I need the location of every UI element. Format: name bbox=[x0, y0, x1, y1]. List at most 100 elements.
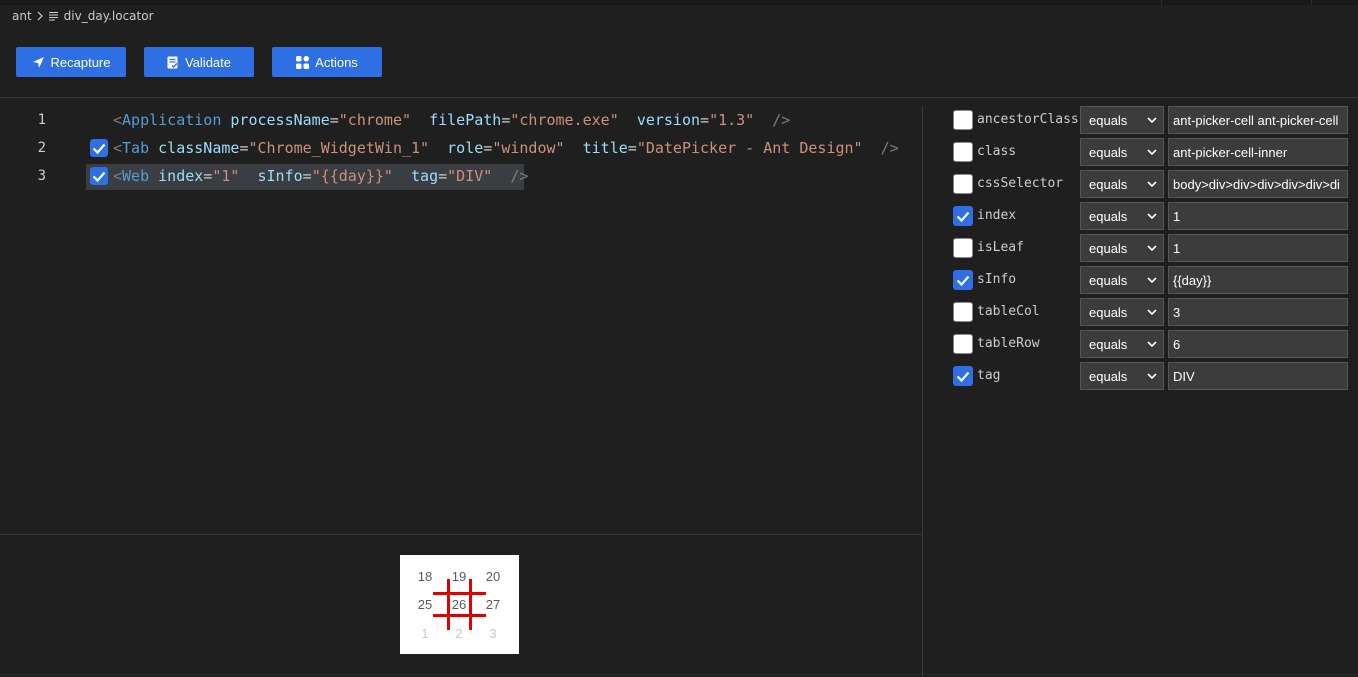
recapture-button[interactable]: Recapture bbox=[16, 47, 126, 77]
operator-select[interactable]: equals bbox=[1080, 330, 1164, 358]
breadcrumb: ant div_day.locator bbox=[12, 7, 154, 25]
operator-value: equals bbox=[1089, 176, 1128, 192]
check-icon bbox=[956, 211, 970, 222]
attr-name: className bbox=[158, 139, 240, 157]
code-text: <Web index="1" sInfo="{{day}}" tag="DIV"… bbox=[113, 167, 529, 185]
highlight-crosshair bbox=[469, 579, 472, 630]
locator-editor[interactable]: 1 <Application processName="chrome" file… bbox=[0, 106, 922, 206]
chevron-down-icon bbox=[1147, 339, 1157, 349]
file-lines-icon bbox=[48, 11, 59, 21]
editor-line[interactable]: 1 <Application processName="chrome" file… bbox=[0, 108, 922, 132]
chevron-down-icon bbox=[1147, 211, 1157, 221]
attr-value: "chrome.exe" bbox=[510, 111, 619, 129]
property-value-input[interactable]: 1 bbox=[1168, 202, 1348, 230]
chevron-right-icon bbox=[37, 11, 43, 21]
property-name: ancestorClass bbox=[977, 112, 1079, 127]
editor-line[interactable]: 3 <Web index="1" sInfo="{{day}}" tag="DI… bbox=[0, 164, 922, 188]
check-icon bbox=[956, 371, 970, 382]
attr-value: "DatePicker - Ant Design" bbox=[636, 139, 863, 157]
recapture-label: Recapture bbox=[50, 54, 111, 70]
panel-divider[interactable] bbox=[922, 106, 923, 677]
property-checkbox[interactable] bbox=[953, 174, 973, 194]
grid-apps-icon bbox=[296, 55, 310, 69]
property-checkbox[interactable] bbox=[953, 270, 973, 290]
editor-line[interactable]: 2 <Tab className="Chrome_WidgetWin_1" ro… bbox=[0, 136, 922, 160]
attr-name: filePath bbox=[429, 111, 502, 129]
property-value-input[interactable]: 6 bbox=[1168, 330, 1348, 358]
property-value-input[interactable]: body>div>div>div>div>div>di bbox=[1168, 170, 1348, 198]
highlight-crosshair bbox=[433, 592, 486, 595]
operator-value: equals bbox=[1089, 112, 1128, 128]
attr-name: index bbox=[158, 167, 204, 185]
attr-name: title bbox=[582, 139, 628, 157]
property-row: class equals ant-picker-cell-inner bbox=[952, 138, 1352, 166]
chevron-down-icon bbox=[1147, 371, 1157, 381]
property-checkbox[interactable] bbox=[953, 334, 973, 354]
element-preview: 18 19 20 25 26 27 1 2 3 bbox=[400, 555, 519, 654]
operator-select[interactable]: equals bbox=[1080, 234, 1164, 262]
property-row: ancestorClass equals ant-picker-cell ant-p… bbox=[952, 106, 1352, 134]
attr-value: "window" bbox=[492, 139, 565, 157]
line-checkbox[interactable] bbox=[90, 167, 108, 185]
breadcrumb-file[interactable]: div_day.locator bbox=[64, 9, 154, 23]
property-value-input[interactable]: {{day}} bbox=[1168, 266, 1348, 294]
property-checkbox[interactable] bbox=[953, 302, 973, 322]
chevron-down-icon bbox=[1147, 307, 1157, 317]
operator-select[interactable]: equals bbox=[1080, 106, 1164, 134]
operator-select[interactable]: equals bbox=[1080, 202, 1164, 230]
property-checkbox[interactable] bbox=[953, 238, 973, 258]
operator-value: equals bbox=[1089, 144, 1128, 160]
check-icon bbox=[92, 143, 106, 154]
property-checkbox[interactable] bbox=[953, 206, 973, 226]
property-checkbox[interactable] bbox=[953, 110, 973, 130]
actions-button[interactable]: Actions bbox=[272, 47, 382, 77]
preview-divider[interactable] bbox=[0, 534, 922, 535]
tab-strip bbox=[0, 0, 1358, 5]
validate-button[interactable]: Validate bbox=[144, 47, 254, 77]
calendar-day: 27 bbox=[485, 597, 501, 612]
property-value-input[interactable]: DIV bbox=[1168, 362, 1348, 390]
check-icon bbox=[92, 171, 106, 182]
attr-value: "{{day}}" bbox=[311, 167, 393, 185]
tag-name: Tab bbox=[122, 139, 150, 157]
calendar-day: 1 bbox=[421, 626, 429, 641]
operator-select[interactable]: equals bbox=[1080, 298, 1164, 326]
attr-value: "1.3" bbox=[709, 111, 755, 129]
operator-select[interactable]: equals bbox=[1080, 170, 1164, 198]
breadcrumb-root[interactable]: ant bbox=[12, 9, 32, 23]
property-checkbox[interactable] bbox=[953, 366, 973, 386]
highlight-crosshair bbox=[433, 614, 486, 617]
property-name: tableRow bbox=[977, 336, 1040, 351]
attr-name: version bbox=[636, 111, 701, 129]
property-value-input[interactable]: 3 bbox=[1168, 298, 1348, 326]
operator-select[interactable]: equals bbox=[1080, 362, 1164, 390]
property-name: tag bbox=[977, 368, 1001, 383]
property-name: isLeaf bbox=[977, 240, 1024, 255]
attr-name: sInfo bbox=[257, 167, 303, 185]
attr-value: "DIV" bbox=[447, 167, 493, 185]
operator-select[interactable]: equals bbox=[1080, 266, 1164, 294]
property-value-input[interactable]: ant-picker-cell-inner bbox=[1168, 138, 1348, 166]
property-value-input[interactable]: ant-picker-cell ant-picker-cell bbox=[1168, 106, 1348, 134]
line-number: 3 bbox=[37, 168, 46, 184]
property-row: tableCol equals 3 bbox=[952, 298, 1352, 326]
code-text: <Application processName="chrome" filePa… bbox=[113, 111, 791, 129]
line-checkbox[interactable] bbox=[90, 139, 108, 157]
chevron-down-icon bbox=[1147, 179, 1157, 189]
attr-name: tag bbox=[411, 167, 439, 185]
attr-name: role bbox=[447, 139, 484, 157]
chevron-down-icon bbox=[1147, 243, 1157, 253]
property-checkbox[interactable] bbox=[953, 142, 973, 162]
operator-select[interactable]: equals bbox=[1080, 138, 1164, 166]
calendar-day: 3 bbox=[489, 626, 497, 641]
property-name: cssSelector bbox=[977, 176, 1064, 191]
property-name: tableCol bbox=[977, 304, 1040, 319]
tab-strip-segment bbox=[1161, 0, 1312, 5]
operator-value: equals bbox=[1089, 304, 1128, 320]
property-value-input[interactable]: 1 bbox=[1168, 234, 1348, 262]
property-name: sInfo bbox=[977, 272, 1017, 287]
actions-label: Actions bbox=[315, 54, 358, 70]
line-number: 2 bbox=[37, 140, 46, 156]
calendar-day: 25 bbox=[417, 597, 433, 612]
operator-value: equals bbox=[1089, 208, 1128, 224]
